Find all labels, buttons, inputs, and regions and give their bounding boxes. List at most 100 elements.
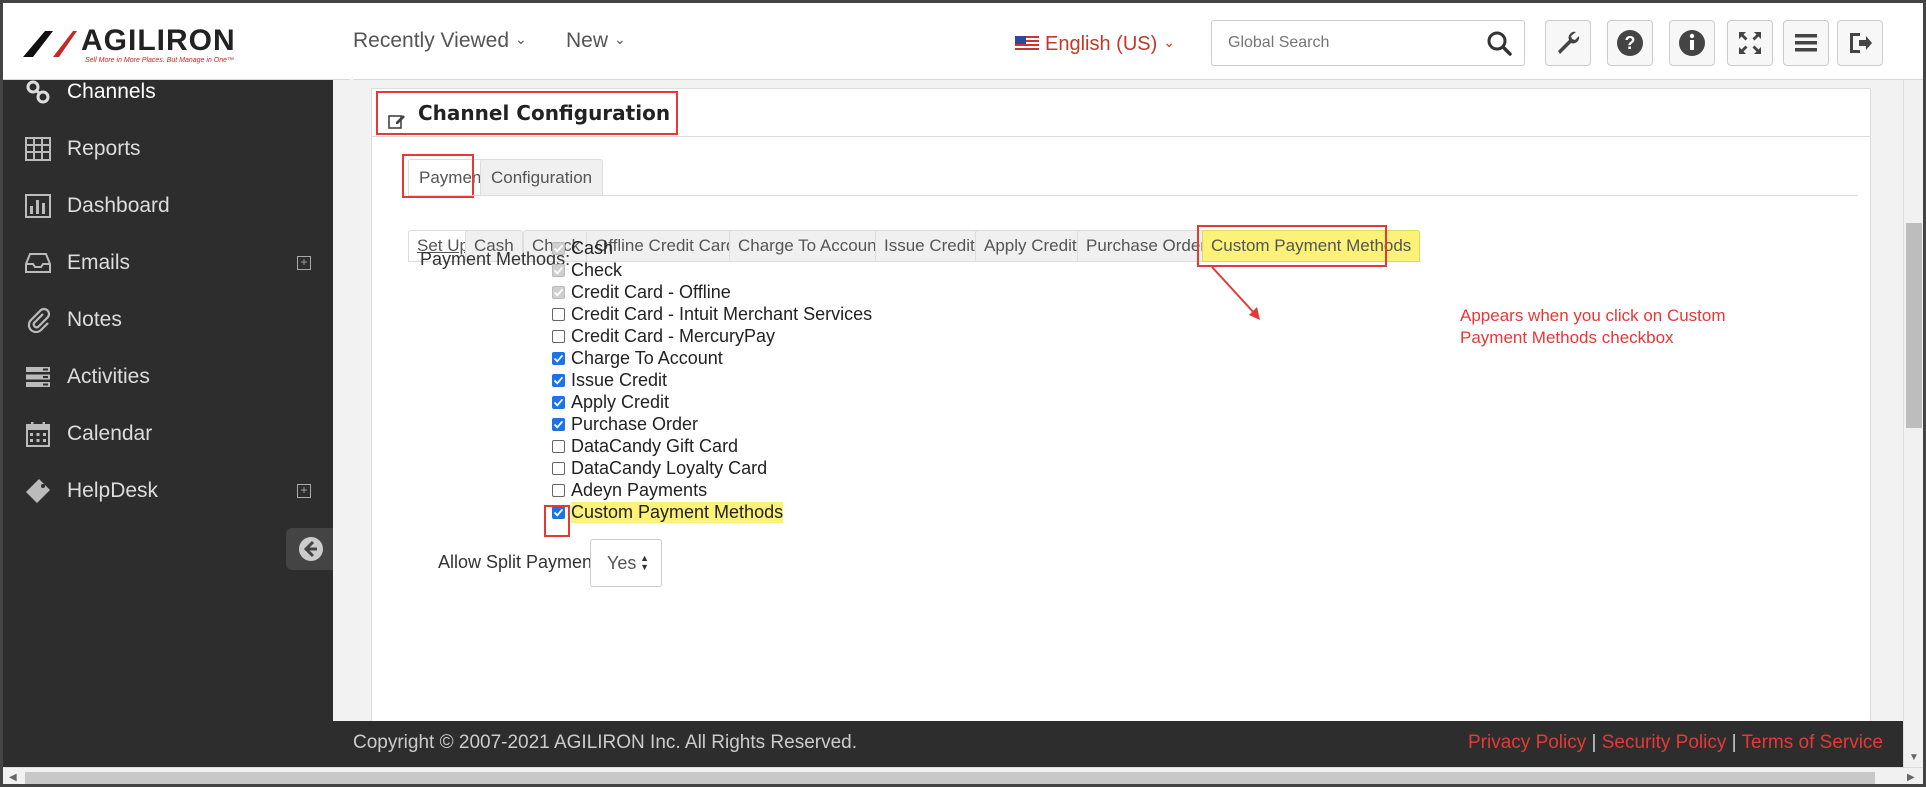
- payment-method-checkbox[interactable]: [552, 417, 565, 431]
- annotation-arrow-icon: [1211, 266, 1260, 320]
- sidebar-item-activities[interactable]: Activities: [23, 357, 323, 397]
- subtab-apply-credit[interactable]: Apply Credit: [975, 230, 1086, 262]
- sidebar-item-helpdesk[interactable]: HelpDesk +: [23, 471, 323, 511]
- help-button[interactable]: ?: [1607, 20, 1653, 66]
- sidebar-item-emails[interactable]: Emails +: [23, 243, 323, 283]
- annotation-note: Appears when you click on Custom Payment…: [1460, 306, 1726, 347]
- payment-method-checkbox: [552, 241, 565, 255]
- logo-tagline: Sell More in More Places. But Manage in …: [85, 57, 235, 64]
- subtab-label: Apply Credit: [984, 236, 1077, 255]
- us-flag-icon: [1015, 36, 1039, 51]
- sidebar-item-label: Activities: [67, 365, 150, 388]
- top-bar: AGILIRON Sell More in More Places. But M…: [3, 3, 1923, 80]
- security-policy-link[interactable]: Security Policy: [1602, 732, 1727, 753]
- payment-method-row: Charge To Account: [552, 347, 723, 369]
- payment-method-row: Credit Card - MercuryPay: [552, 325, 775, 347]
- payment-method-label: DataCandy Gift Card: [571, 435, 739, 456]
- link-icon: [23, 77, 53, 107]
- search-button[interactable]: [1486, 30, 1514, 58]
- tab-configuration[interactable]: Configuration: [480, 159, 604, 195]
- payment-method-checkbox[interactable]: [552, 483, 565, 497]
- expand-plus-icon[interactable]: +: [297, 484, 311, 498]
- vertical-scroll-thumb[interactable]: [1906, 223, 1922, 428]
- language-selector[interactable]: English (US) ⌄: [1015, 33, 1175, 56]
- privacy-policy-link[interactable]: Privacy Policy: [1468, 732, 1586, 753]
- payment-method-checkbox[interactable]: [552, 329, 565, 343]
- new-menu[interactable]: New ⌄: [566, 29, 626, 53]
- payment-method-checkbox: [552, 263, 565, 277]
- allow-split-payments-select[interactable]: Yes ▲ ▼: [590, 539, 662, 587]
- info-button[interactable]: [1669, 20, 1715, 66]
- panel-title-text: Channel Configuration: [418, 101, 671, 125]
- hamburger-icon: [1795, 34, 1817, 52]
- svg-text:?: ?: [1625, 33, 1636, 53]
- wrench-icon: [1558, 31, 1580, 54]
- chevron-down-icon: ⌄: [515, 31, 527, 47]
- expand-plus-icon[interactable]: +: [297, 256, 311, 270]
- payment-method-checkbox[interactable]: [552, 307, 565, 321]
- payment-method-row: DataCandy Loyalty Card: [552, 457, 767, 479]
- sidebar-item-label: Reports: [67, 137, 141, 160]
- sidebar-item-label: HelpDesk: [67, 479, 159, 502]
- fullscreen-button[interactable]: [1727, 20, 1773, 66]
- payment-method-checkbox[interactable]: [552, 373, 565, 387]
- horizontal-scroll-thumb[interactable]: [25, 772, 1875, 784]
- table-icon: [23, 134, 53, 164]
- subtab-issue-credit[interactable]: Issue Credit: [875, 230, 984, 262]
- payment-method-checkbox[interactable]: [552, 395, 565, 409]
- expand-icon: [1739, 32, 1761, 54]
- sidebar-item-notes[interactable]: Notes: [23, 300, 323, 340]
- vertical-scrollbar[interactable]: ▼: [1903, 80, 1923, 767]
- logout-button[interactable]: [1837, 20, 1883, 66]
- app-window: AGILIRON Sell More in More Places. But M…: [0, 0, 1926, 787]
- payment-method-label: Check: [571, 259, 623, 280]
- payment-method-checkbox: [552, 285, 565, 299]
- payment-method-label: Credit Card - MercuryPay: [571, 325, 776, 346]
- logo-wordmark: AGILIRON: [81, 24, 236, 57]
- menu-button[interactable]: [1783, 20, 1829, 66]
- sidebar-item-calendar[interactable]: Calendar: [23, 414, 323, 454]
- sidebar-item-reports[interactable]: Reports: [23, 129, 323, 169]
- payment-method-row: DataCandy Gift Card: [552, 435, 738, 457]
- sidebar-item-dashboard[interactable]: Dashboard: [23, 186, 323, 226]
- payment-method-label: DataCandy Loyalty Card: [571, 457, 768, 478]
- checkmark-icon: [553, 244, 564, 253]
- checkmark-icon: [553, 266, 564, 275]
- payment-method-checkbox[interactable]: [552, 351, 565, 365]
- sidebar-item-label: Notes: [67, 308, 122, 331]
- scroll-left-arrow-icon[interactable]: ◀: [9, 772, 17, 783]
- agiliron-logo[interactable]: AGILIRON Sell More in More Places. But M…: [23, 23, 263, 64]
- paperclip-icon: [23, 305, 53, 335]
- tab-label: Payment: [419, 168, 487, 187]
- horizontal-scrollbar[interactable]: ◀ ▶: [3, 767, 1923, 784]
- checkmark-icon: [553, 354, 564, 363]
- payment-method-label: Custom Payment Methods: [571, 501, 784, 523]
- subtab-custom-payment-methods[interactable]: Custom Payment Methods: [1202, 230, 1421, 262]
- terms-of-service-link[interactable]: Terms of Service: [1742, 732, 1883, 753]
- panel-title: Channel Configuration: [376, 91, 679, 135]
- tools-button[interactable]: [1545, 20, 1591, 66]
- collapse-sidebar-button[interactable]: [286, 528, 336, 570]
- language-label: English (US): [1045, 33, 1158, 55]
- arrow-left-circle-icon: [299, 537, 323, 561]
- chevron-down-icon: ⌄: [1163, 34, 1175, 50]
- payment-method-checkbox[interactable]: [552, 461, 565, 475]
- subtab-charge-to-account[interactable]: Charge To Account: [729, 230, 891, 262]
- global-search-input[interactable]: [1212, 21, 1472, 65]
- sidebar-item-channels[interactable]: Channels: [23, 72, 353, 112]
- payment-method-row: Adeyn Payments: [552, 479, 707, 501]
- checkmark-icon: [553, 508, 564, 517]
- sidebar-item-label: Emails: [67, 251, 131, 274]
- search-icon: [1487, 31, 1512, 56]
- scroll-down-arrow-icon[interactable]: ▼: [1909, 752, 1919, 763]
- footer: Copyright © 2007-2021 AGILIRON Inc. All …: [3, 721, 1923, 767]
- payment-method-row: Check: [552, 259, 622, 281]
- scroll-right-arrow-icon[interactable]: ▶: [1907, 772, 1915, 783]
- chevron-down-icon: ⌄: [614, 31, 626, 47]
- tab-divider: [408, 195, 1858, 196]
- subtab-label: Offline Credit Card: [595, 236, 736, 255]
- recently-viewed-menu[interactable]: Recently Viewed ⌄: [353, 29, 527, 53]
- subtab-purchase-order[interactable]: Purchase Order: [1077, 230, 1215, 262]
- payment-method-checkbox[interactable]: [552, 439, 565, 453]
- payment-method-checkbox[interactable]: [552, 505, 565, 519]
